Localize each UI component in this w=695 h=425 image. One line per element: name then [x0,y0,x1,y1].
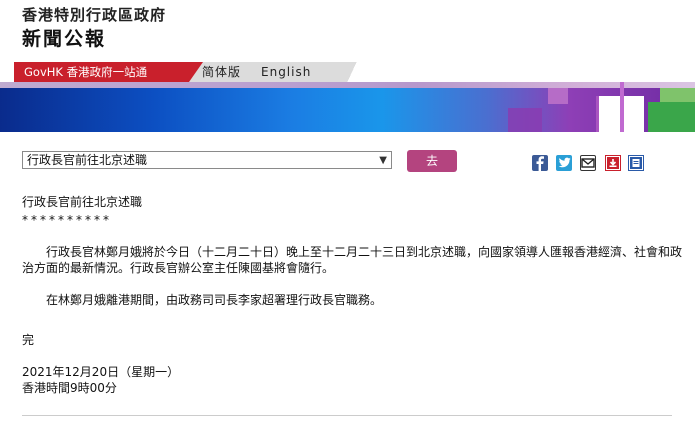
download-icon[interactable] [605,155,621,171]
article-headline: 行政長官前往北京述職 [22,195,143,209]
govhk-link[interactable]: GovHK 香港政府一站通 [14,62,203,82]
simplified-chinese-link[interactable]: 简体版 [202,62,241,82]
twitter-icon[interactable] [556,155,572,171]
footer-divider [22,415,672,416]
article-paragraph: 行政長官林鄭月娥將於今日（十二月二十日）晚上至十二月二十三日到北京述職，向國家領… [22,245,683,275]
chevron-down-icon: ▼ [379,155,387,166]
government-name: 香港特別行政區政府 [22,6,167,24]
release-time: 香港時間9時00分 [22,381,117,395]
headline-separator: ********** [22,213,112,227]
nav-tail-decoration [339,62,365,82]
end-mark: 完 [22,333,35,347]
section-title: 新聞公報 [22,28,107,50]
english-link[interactable]: English [261,62,311,82]
header-banner [0,82,695,132]
press-release-body: 行政長官前往北京述職 ********** 行政長官林鄭月娥將於今日（十二月二十… [22,194,682,396]
go-button[interactable]: 去 [407,150,457,172]
article-paragraph: 在林鄭月娥離港期間，由政務司司長李家超署理行政長官職務。 [46,293,383,307]
facebook-icon[interactable] [532,155,548,171]
top-nav: GovHK 香港政府一站通 简体版 English [14,62,695,82]
release-date: 2021年12月20日（星期一） [22,365,180,379]
masthead: 香港特別行政區政府 新聞公報 [22,6,166,51]
press-release-select-value: 行政長官前往北京述職 [27,153,148,167]
email-icon[interactable] [580,155,596,171]
print-icon[interactable] [628,155,644,171]
press-release-select[interactable]: 行政長官前往北京述職 ▼ [22,151,392,169]
